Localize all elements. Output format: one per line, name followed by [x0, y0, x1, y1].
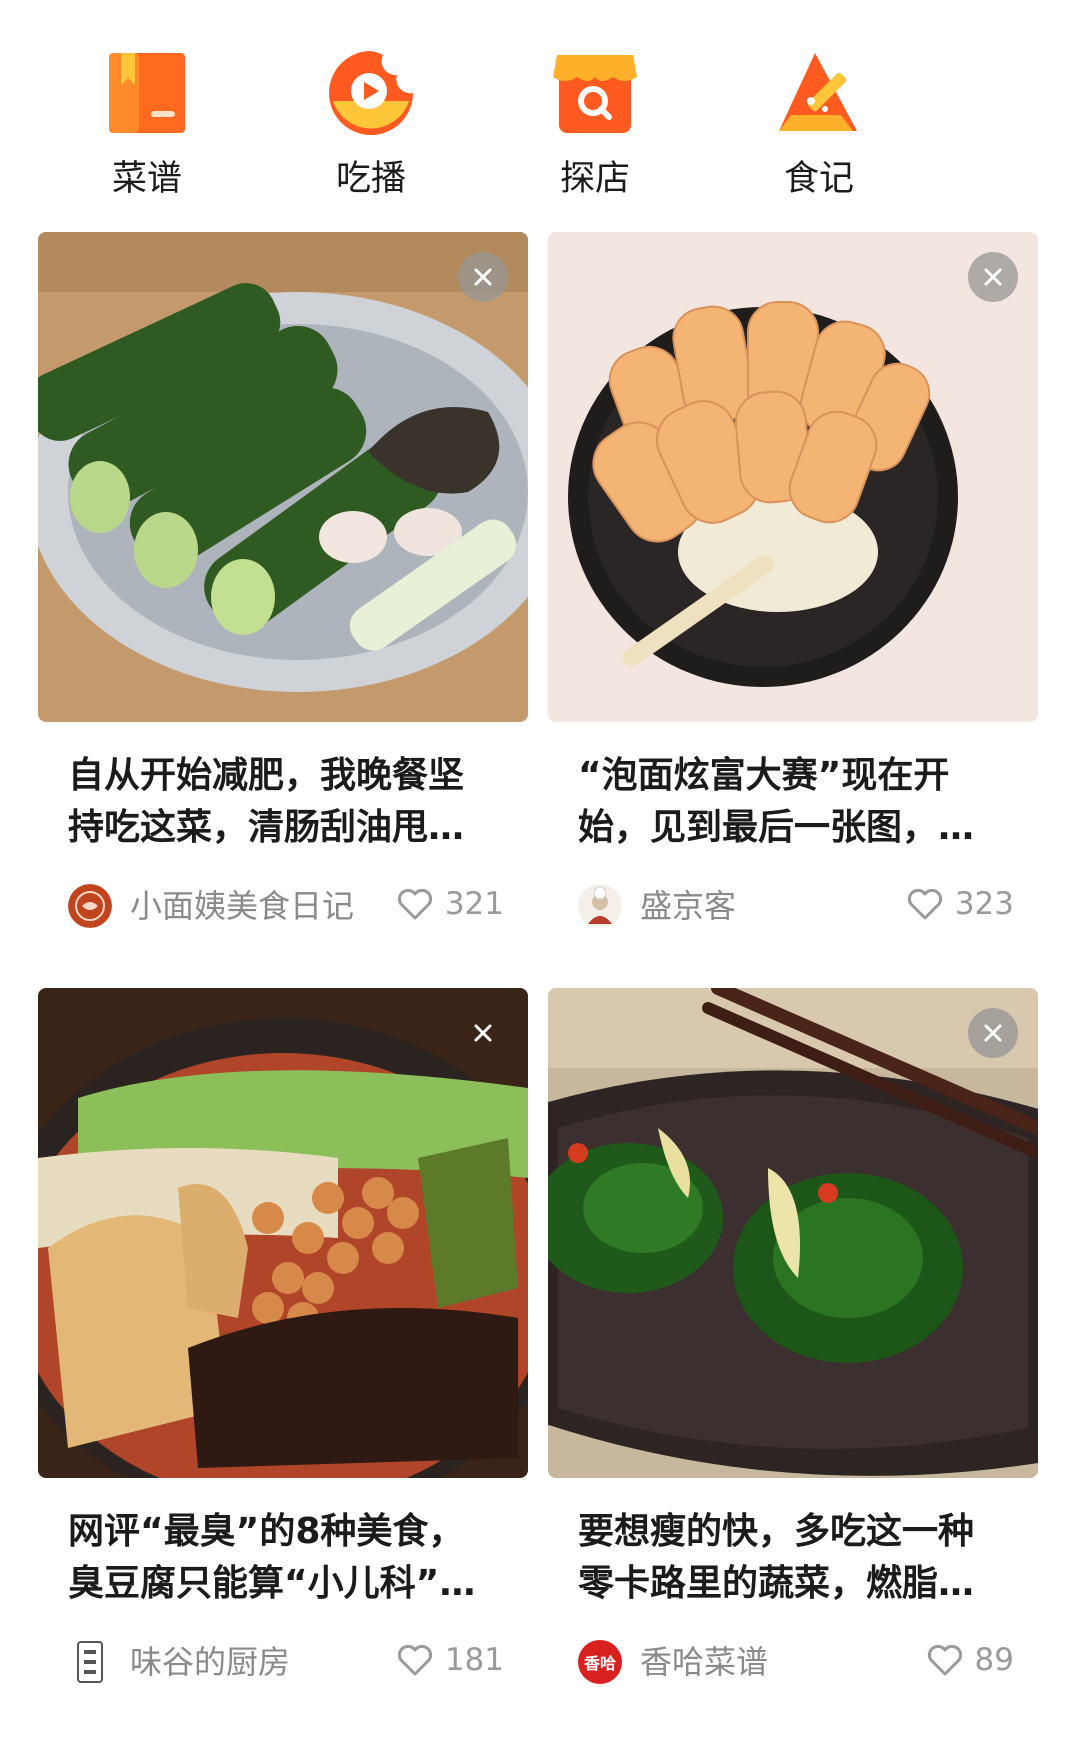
card-meta: 小面姨美食日记 321 — [38, 876, 528, 936]
heart-icon — [397, 1644, 432, 1676]
card-photo[interactable] — [548, 232, 1038, 722]
heart-icon — [927, 1644, 962, 1676]
shop-search-icon — [553, 55, 637, 133]
like-button[interactable]: 89 — [925, 1640, 1014, 1680]
heart-icon — [397, 888, 432, 920]
author-name[interactable]: 味谷的厨房 — [130, 1642, 290, 1682]
dismiss-button[interactable] — [968, 1008, 1018, 1058]
like-button[interactable]: 323 — [905, 884, 1014, 924]
dismiss-button[interactable] — [458, 1008, 508, 1058]
card-photo[interactable] — [38, 232, 528, 722]
feed-card[interactable]: 要想瘦的快，多吃这一种零卡路里的蔬菜，燃脂… 香哈 香哈菜谱 89 — [548, 988, 1038, 1692]
category-nav: 菜谱 吃播 探店 食记 — [0, 0, 1076, 215]
card-meta: 味谷的厨房 181 — [38, 1632, 528, 1692]
author-name[interactable]: 盛京客 — [640, 886, 736, 926]
nav-item-store-visit[interactable]: 探店 — [515, 45, 675, 199]
nav-label: 食记 — [783, 159, 854, 199]
spinach-plate-image — [548, 988, 1038, 1478]
dismiss-button[interactable] — [458, 252, 508, 302]
feed-card[interactable]: “泡面炫富大赛”现在开始，见到最后一张图，… 盛京客 323 — [548, 232, 1038, 936]
author-name[interactable]: 小面姨美食日记 — [130, 886, 354, 926]
close-icon — [984, 1024, 1002, 1042]
noodle-bowl-image — [548, 232, 1038, 722]
card-title[interactable]: “泡面炫富大赛”现在开始，见到最后一张图，… — [578, 750, 1008, 854]
card-photo[interactable] — [548, 988, 1038, 1478]
card-photo[interactable] — [38, 988, 528, 1478]
like-button[interactable]: 321 — [395, 884, 504, 924]
close-icon — [984, 268, 1002, 286]
avatar[interactable] — [68, 1640, 112, 1684]
close-icon — [474, 1024, 492, 1042]
like-button[interactable]: 181 — [395, 1640, 504, 1680]
nav-item-eating-stream[interactable]: 吃播 — [291, 45, 451, 199]
avatar-text: 香哈 — [583, 1654, 616, 1673]
feed-card[interactable]: 自从开始减肥，我晚餐坚持吃这菜，清肠刮油甩… 小面姨美食日记 321 — [38, 232, 528, 936]
food-diary-pen-icon — [779, 53, 857, 131]
card-title[interactable]: 要想瘦的快，多吃这一种零卡路里的蔬菜，燃脂… — [578, 1506, 1008, 1610]
nav-item-recipes[interactable]: 菜谱 — [67, 45, 227, 199]
dismiss-button[interactable] — [968, 252, 1018, 302]
spicy-noodles-image — [38, 988, 528, 1478]
nav-item-food-diary[interactable]: 食记 — [739, 45, 899, 199]
like-count: 89 — [974, 1642, 1014, 1678]
cucumbers-garlic-image — [38, 232, 528, 722]
like-count: 181 — [444, 1642, 504, 1678]
nav-label: 吃播 — [335, 159, 406, 199]
close-icon — [474, 268, 492, 286]
card-title[interactable]: 自从开始减肥，我晚餐坚持吃这菜，清肠刮油甩… — [68, 750, 498, 854]
card-meta: 香哈 香哈菜谱 89 — [548, 1632, 1038, 1692]
nav-label: 菜谱 — [111, 159, 182, 199]
avatar[interactable]: 香哈 — [578, 1640, 622, 1684]
recipe-book-icon — [109, 53, 185, 133]
like-count: 321 — [444, 886, 504, 922]
heart-icon — [907, 888, 942, 920]
avatar[interactable] — [68, 884, 112, 928]
author-name[interactable]: 香哈菜谱 — [640, 1642, 768, 1682]
nav-label: 探店 — [559, 159, 630, 199]
card-meta: 盛京客 323 — [548, 876, 1038, 936]
like-count: 323 — [954, 886, 1014, 922]
card-title[interactable]: 网评“最臭”的8种美食，臭豆腐只能算“小儿科”… — [68, 1506, 498, 1610]
feed-card[interactable]: 网评“最臭”的8种美食，臭豆腐只能算“小儿科”… 味谷的厨房 181 — [38, 988, 528, 1692]
eating-stream-play-icon — [329, 51, 413, 135]
avatar[interactable] — [578, 884, 622, 928]
